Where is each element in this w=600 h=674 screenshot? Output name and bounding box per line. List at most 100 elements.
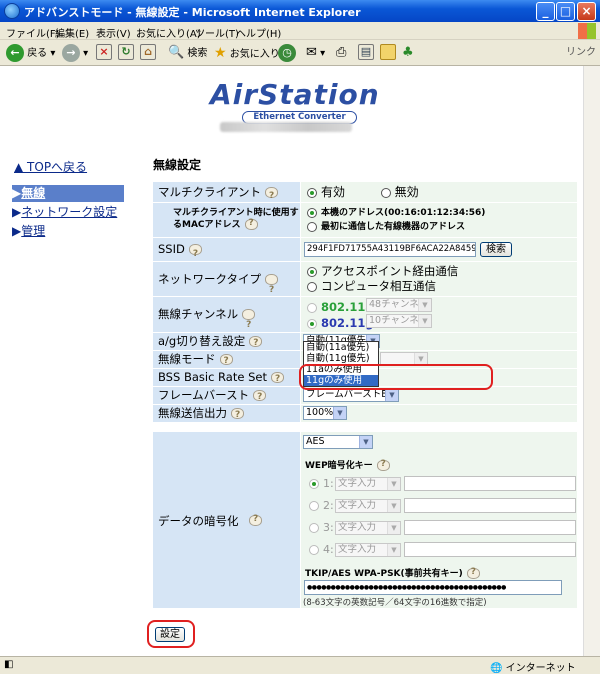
tx-power-select[interactable]: 100% ▼ (303, 406, 347, 420)
mail-button[interactable]: ✉ ▾ (306, 44, 325, 62)
network-type-label: ネットワークタイプ (153, 262, 300, 307)
wep-key-4-input[interactable] (404, 542, 576, 557)
channel-g-radio[interactable] (307, 318, 317, 329)
menu-help[interactable]: ヘルプ(H) (236, 25, 281, 40)
psk-input[interactable]: ●●●●●●●●●●●●●●●●●●●●●●●●●●●●●●●●●●●●●●●●… (304, 580, 562, 595)
home-icon: ⌂ (140, 44, 156, 60)
refresh-button[interactable]: ↻ (118, 44, 134, 62)
wep-key-3-input[interactable] (404, 520, 576, 535)
wep-key-2-mode-select[interactable]: 文字入力 ▼ (335, 499, 401, 513)
channel-a-radio[interactable] (307, 302, 317, 313)
nav-item-label: 無線 (21, 186, 46, 200)
help-icon[interactable] (376, 459, 390, 471)
close-button[interactable]: × (577, 2, 596, 21)
back-button[interactable]: ← 戻る ▾ (6, 44, 55, 62)
help-icon[interactable] (253, 389, 267, 406)
wep-key-4-row: 4: (309, 543, 334, 556)
help-icon[interactable] (231, 407, 244, 424)
page-title: 無線設定 (153, 158, 202, 172)
multiclient-disable-radio[interactable] (380, 187, 391, 198)
wep-key-4-mode-select[interactable]: 文字入力 ▼ (335, 543, 401, 557)
channel-label: 無線チャンネル (153, 297, 300, 343)
wep-key-4-radio[interactable] (309, 545, 319, 555)
chevron-down-icon: ▼ (387, 500, 400, 512)
search-button[interactable]: 🔍 検索 (168, 44, 207, 62)
folder-icon (380, 44, 396, 60)
messenger-button[interactable]: ♣ (402, 44, 414, 62)
menu-view[interactable]: 表示(V) (96, 25, 131, 40)
menu-tools[interactable]: ツール(T) (195, 25, 239, 40)
ssid-input[interactable]: 294F1FD71755A43119BF6ACA22A84595 (304, 242, 476, 257)
adhoc-radio[interactable] (307, 281, 317, 292)
menu-edit[interactable]: 編集(E) (55, 25, 89, 40)
maximize-button[interactable]: □ (556, 2, 575, 21)
frame-burst-select[interactable]: フレームバーストEX ▼ (303, 388, 399, 402)
status-bar: ◧ 🌐 インターネット (0, 656, 600, 674)
channel-g-select[interactable]: 10チャンネル ▼ (366, 314, 432, 328)
nav-top-link[interactable]: ▲ TOPへ戻る (14, 158, 87, 175)
home-button[interactable]: ⌂ (140, 44, 156, 62)
mac-first-device-radio[interactable] (307, 221, 317, 232)
stop-button[interactable]: × (96, 44, 112, 62)
help-icon[interactable] (219, 353, 233, 370)
mac-own-address-radio[interactable] (307, 207, 317, 218)
access-point-radio[interactable] (307, 266, 317, 277)
wep-key-1-input[interactable] (404, 476, 576, 491)
help-icon[interactable] (249, 514, 262, 526)
help-icon[interactable] (466, 567, 480, 579)
edit-button[interactable]: ▤ (358, 44, 374, 62)
channel-options: 802.11a 802.11g (301, 297, 577, 332)
nav-item-admin[interactable]: ▶管理 (12, 223, 124, 240)
folder-button[interactable] (380, 44, 396, 62)
forward-button[interactable]: → ▾ (62, 44, 88, 62)
wep-key-2-input[interactable] (404, 498, 576, 513)
history-button[interactable]: ◷ (278, 44, 296, 62)
help-icon[interactable] (270, 371, 284, 388)
wep-key-1-mode-select[interactable]: 文字入力 ▼ (335, 477, 401, 491)
messenger-icon: ♣ (402, 45, 414, 60)
wep-key-3-mode-select[interactable]: 文字入力 ▼ (335, 521, 401, 535)
links-label[interactable]: リンク (566, 44, 596, 62)
menu-file[interactable]: ファイル(F) (6, 25, 60, 40)
ag-option-auto-11g[interactable]: 自動(11g優先) (304, 353, 378, 364)
nav-item-network[interactable]: ▶ネットワーク設定 (12, 204, 124, 221)
wep-key-1-radio[interactable] (309, 479, 319, 489)
window-title: アドバンストモード - 無線設定 - Microsoft Internet Ex… (24, 6, 361, 19)
mail-icon: ✉ (306, 45, 317, 60)
encryption-settings: AES▼ WEP暗号化キー 1: 文字入力▼ 2: 文字入力▼ 3: 文字入力▼… (301, 432, 577, 608)
help-icon[interactable] (188, 243, 202, 266)
ag-switch-label: a/g切り替え設定 (153, 333, 300, 352)
wep-key-2-radio[interactable] (309, 501, 319, 511)
minimize-button[interactable]: _ (536, 2, 555, 21)
help-icon[interactable] (265, 273, 279, 307)
help-icon[interactable] (242, 308, 256, 343)
wep-key-2-row: 2: (309, 499, 334, 512)
ssid-label: SSID (153, 238, 300, 266)
ssid-search-button[interactable]: 検索 (480, 242, 512, 257)
chevron-down-icon: ▼ (359, 436, 372, 448)
multiclient-options: 有効 無効 (301, 182, 577, 202)
encryption-type-select[interactable]: AES ▼ (303, 435, 373, 449)
vertical-scrollbar[interactable] (583, 66, 600, 656)
psk-note: (8-63文字の英数記号／64文字の16進数で指定) (303, 598, 487, 608)
nav-item-wireless[interactable]: ▶無線 (12, 185, 124, 202)
chevron-down-icon: ▼ (333, 407, 346, 419)
chevron-down-icon: ▼ (387, 522, 400, 534)
wep-key-label: WEP暗号化キー (305, 458, 390, 471)
ag-option-auto-11a[interactable]: 自動(11a優先) (304, 342, 378, 353)
wep-key-1-row: 1: (309, 477, 334, 490)
multiclient-enable-radio[interactable] (307, 187, 317, 198)
help-icon[interactable] (265, 186, 279, 206)
print-button[interactable]: ⎙ (336, 44, 346, 62)
chevron-down-icon: ▼ (385, 389, 398, 401)
menu-favorites[interactable]: お気に入り(A) (136, 25, 201, 40)
page-status-icon: ◧ (4, 659, 14, 670)
wep-key-3-radio[interactable] (309, 523, 319, 533)
favorites-button[interactable]: ★ お気に入り (214, 44, 280, 62)
tx-power-label: 無線送信出力 (153, 405, 300, 424)
channel-a-select[interactable]: 48チャンネル ▼ (366, 298, 432, 312)
toolbar: ← 戻る ▾ → ▾ × ↻ ⌂ 🔍 検索 ★ お気に入り ◷ ✉ ▾ ⎙ ▤ … (0, 40, 600, 66)
help-icon[interactable] (249, 335, 263, 352)
window-titlebar[interactable]: アドバンストモード - 無線設定 - Microsoft Internet Ex… (0, 0, 600, 22)
help-icon[interactable] (244, 218, 258, 230)
